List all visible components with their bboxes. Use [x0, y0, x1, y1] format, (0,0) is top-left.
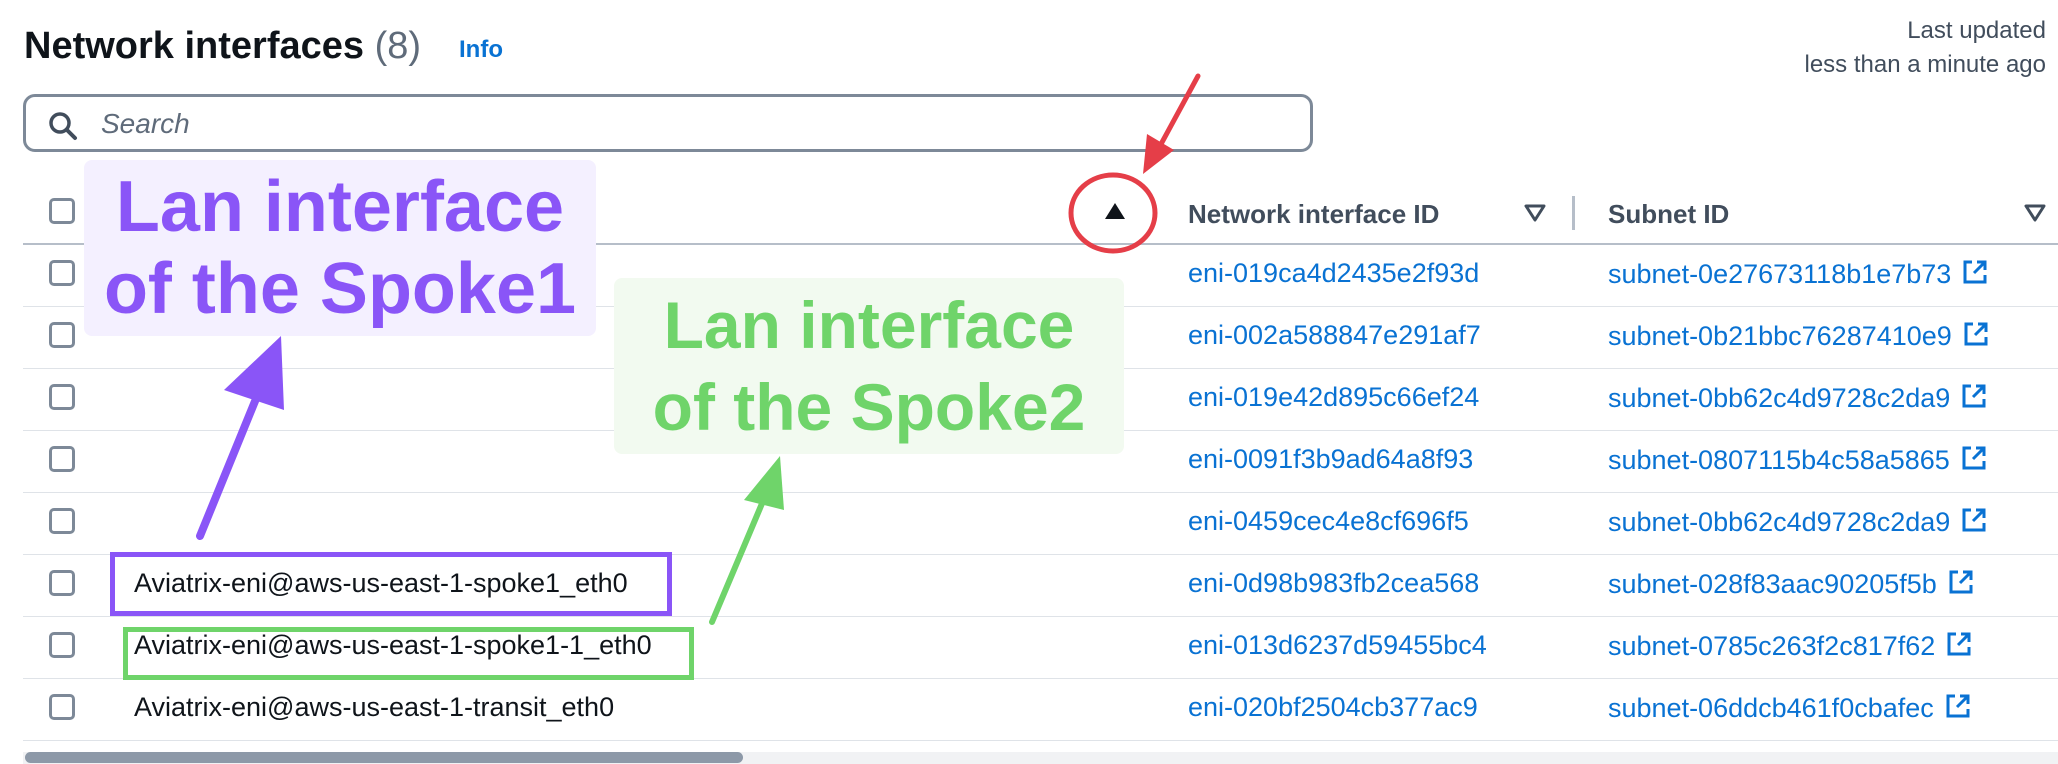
- purple-arrow-icon: [196, 336, 284, 540]
- red-circle-highlight: [1068, 172, 1158, 254]
- green-arrow-icon: [709, 456, 784, 625]
- annotation-overlay: [196, 73, 1201, 625]
- red-arrow-icon: [1143, 73, 1201, 174]
